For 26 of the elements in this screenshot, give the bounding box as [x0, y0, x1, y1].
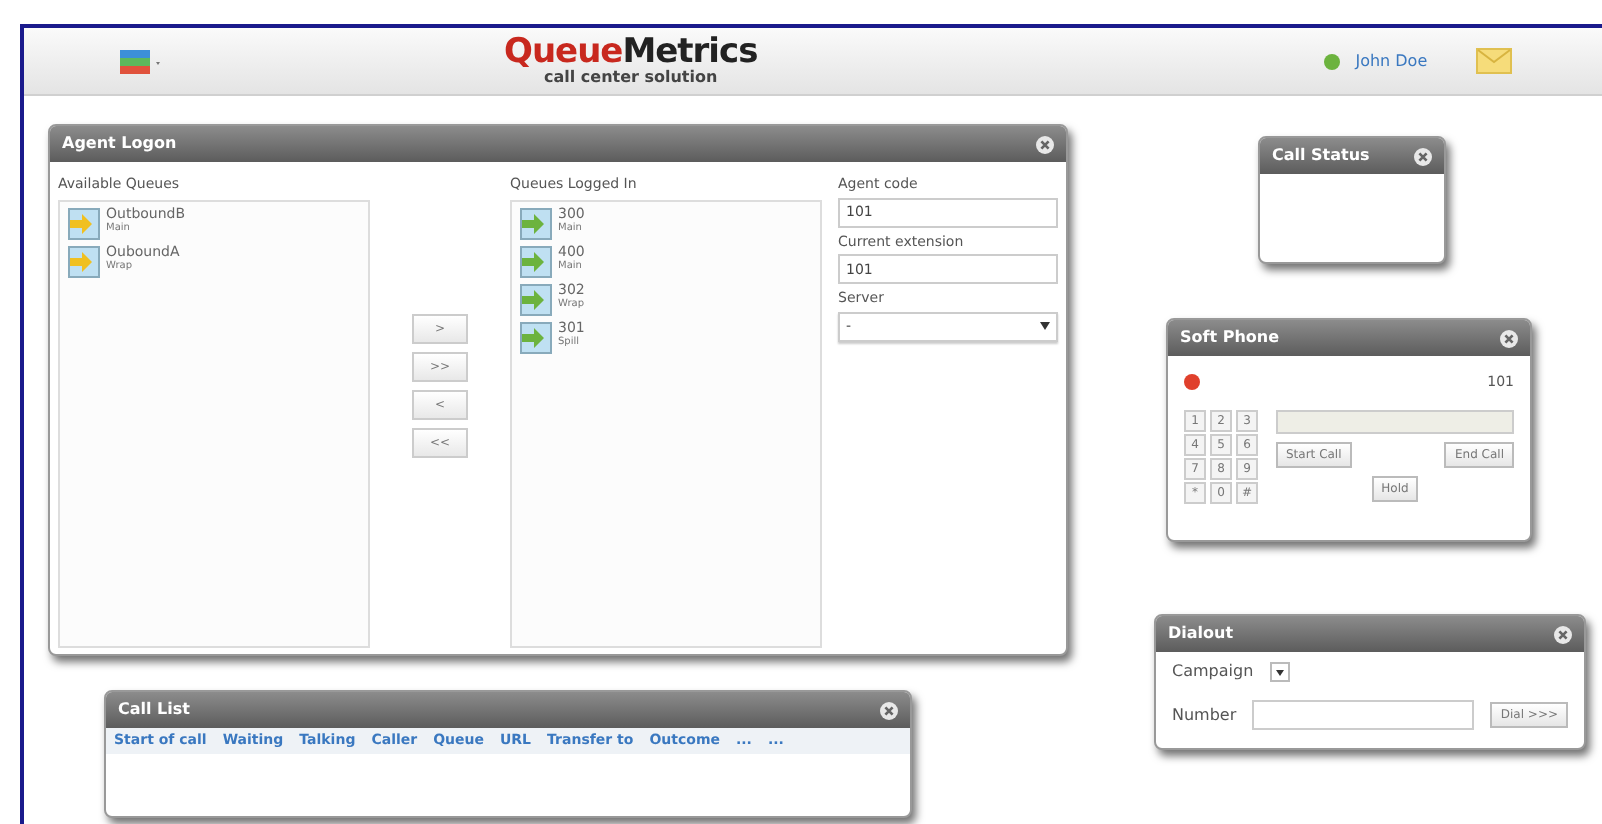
number-label: Number: [1172, 703, 1237, 727]
logo: QueueMetrics call center solution: [504, 36, 758, 86]
phone-number-field[interactable]: [1276, 409, 1514, 433]
window-title: Agent Logon: [62, 132, 177, 156]
user-link[interactable]: John Doe: [1355, 49, 1428, 73]
close-icon[interactable]: [1554, 625, 1572, 643]
close-icon[interactable]: [880, 701, 898, 719]
close-icon[interactable]: [1500, 329, 1518, 347]
window-title: Call Status: [1272, 144, 1370, 168]
queue-icon: [520, 283, 552, 315]
menu-icon[interactable]: [120, 49, 164, 73]
close-icon[interactable]: [1036, 135, 1054, 153]
queue-icon: [68, 245, 100, 277]
queue-icon: [68, 207, 100, 239]
queue-icon: [520, 321, 552, 353]
close-icon[interactable]: [1414, 147, 1432, 165]
window-title: Soft Phone: [1180, 326, 1280, 350]
campaign-label: Campaign: [1172, 660, 1254, 684]
dropdown-icon: [1275, 669, 1284, 675]
campaign-select[interactable]: [1269, 662, 1290, 682]
queue-icon: [520, 207, 552, 239]
number-field[interactable]: [1252, 700, 1475, 730]
queue-icon: [520, 245, 552, 277]
window-title: Call List: [118, 698, 190, 722]
dropdown-icon: [1040, 322, 1050, 330]
window-title: Dialout: [1168, 622, 1234, 646]
